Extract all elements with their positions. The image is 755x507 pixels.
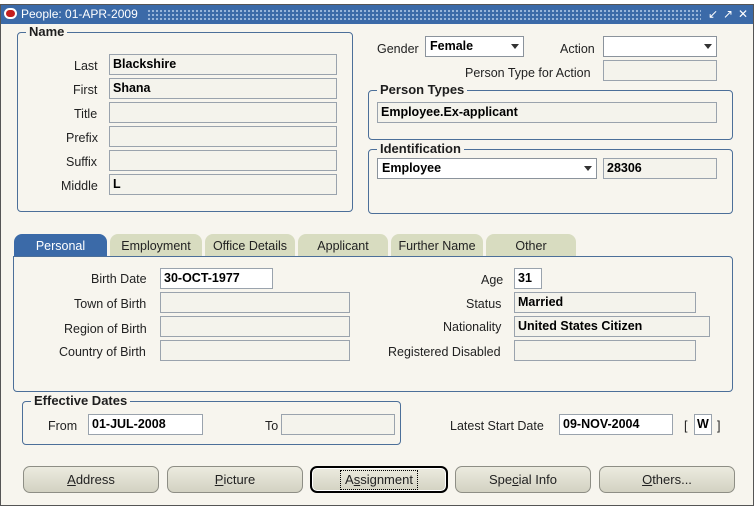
maximize-icon[interactable]: ↗ — [721, 7, 735, 21]
middle-name-field[interactable]: L — [109, 174, 337, 195]
window-title: People: 01-APR-2009 — [21, 7, 138, 21]
special-info-label-rest: ial Info — [518, 472, 557, 487]
action-label: Action — [560, 42, 595, 56]
registered-disabled-label: Registered Disabled — [388, 345, 501, 359]
person-types-field[interactable]: Employee.Ex-applicant — [377, 102, 717, 123]
to-date-field[interactable] — [281, 414, 395, 435]
age-field[interactable]: 31 — [514, 268, 542, 289]
special-info-button[interactable]: Special Info — [455, 466, 591, 493]
registered-disabled-field[interactable] — [514, 340, 696, 361]
assignment-focus-ring: Assignment — [340, 470, 418, 490]
tab-office-details[interactable]: Office Details — [205, 234, 295, 257]
suffix-label: Suffix — [66, 155, 98, 169]
person-types-legend: Person Types — [377, 82, 468, 97]
assignment-label-start: A — [345, 472, 354, 487]
title-bar-pattern — [147, 9, 701, 20]
gender-select[interactable]: Female — [425, 36, 524, 57]
country-of-birth-field[interactable] — [160, 340, 350, 361]
from-date-field[interactable]: 01-JUL-2008 — [88, 414, 203, 435]
employee-number-field[interactable]: 28306 — [603, 158, 717, 179]
name-legend: Name — [26, 24, 68, 39]
town-of-birth-field[interactable] — [160, 292, 350, 313]
address-button-label: ddress — [75, 472, 115, 487]
people-window: People: 01-APR-2009 ↙ ↗ ✕ Name Last Blac… — [0, 4, 754, 506]
title-field[interactable] — [109, 102, 337, 123]
descriptive-flexfield[interactable]: W — [694, 414, 712, 435]
assignment-label-rest: signment — [360, 472, 413, 487]
gender-value: Female — [430, 39, 474, 53]
effective-dates-legend: Effective Dates — [31, 393, 131, 408]
action-select[interactable] — [603, 36, 717, 57]
picture-button[interactable]: Picture — [167, 466, 303, 493]
special-info-label-start: Spe — [489, 472, 513, 487]
chevron-down-icon — [511, 44, 519, 49]
address-mnemonic: A — [67, 472, 76, 487]
identification-type-select[interactable]: Employee — [377, 158, 597, 179]
nationality-field[interactable]: United States Citizen — [514, 316, 710, 337]
identification-type-value: Employee — [382, 161, 442, 175]
tab-employment[interactable]: Employment — [110, 234, 202, 257]
latest-start-date-label: Latest Start Date — [450, 419, 544, 433]
status-label: Status — [466, 297, 502, 311]
close-icon[interactable]: ✕ — [736, 7, 750, 21]
latest-start-date-field[interactable]: 09-NOV-2004 — [559, 414, 673, 435]
prefix-label: Prefix — [66, 131, 98, 145]
gender-label: Gender — [377, 42, 419, 56]
middle-name-label: Middle — [61, 179, 98, 193]
to-label: To — [265, 419, 279, 433]
last-name-field[interactable]: Blackshire — [109, 54, 337, 75]
tab-applicant[interactable]: Applicant — [298, 234, 388, 257]
address-button[interactable]: Address — [23, 466, 159, 493]
town-of-birth-label: Town of Birth — [74, 297, 147, 311]
tab-personal[interactable]: Personal — [14, 234, 107, 257]
others-button[interactable]: Others... — [599, 466, 735, 493]
tab-other[interactable]: Other — [486, 234, 576, 257]
person-type-for-action-field[interactable] — [603, 60, 717, 81]
minimize-icon[interactable]: ↙ — [706, 7, 720, 21]
bracket-close: ] — [717, 419, 721, 433]
others-mnemonic: O — [642, 472, 653, 487]
others-button-label: thers... — [652, 472, 692, 487]
age-label: Age — [481, 273, 504, 287]
from-label: From — [48, 419, 78, 433]
birth-date-label: Birth Date — [91, 272, 147, 286]
title-label: Title — [74, 107, 98, 121]
bracket-open: [ — [684, 419, 688, 433]
suffix-field[interactable] — [109, 150, 337, 171]
tab-further-name[interactable]: Further Name — [391, 234, 483, 257]
prefix-field[interactable] — [109, 126, 337, 147]
title-bar: People: 01-APR-2009 ↙ ↗ ✕ — [1, 5, 753, 24]
picture-button-label: icture — [223, 472, 256, 487]
nationality-label: Nationality — [443, 320, 502, 334]
country-of-birth-label: Country of Birth — [59, 345, 146, 359]
assignment-button[interactable]: Assignment — [310, 466, 448, 493]
region-of-birth-label: Region of Birth — [64, 322, 147, 336]
chevron-down-icon — [704, 44, 712, 49]
status-field[interactable]: Married — [514, 292, 696, 313]
last-name-label: Last — [74, 59, 98, 73]
birth-date-field[interactable]: 30-OCT-1977 — [160, 268, 273, 289]
first-name-label: First — [73, 83, 98, 97]
person-type-for-action-label: Person Type for Action — [465, 66, 591, 80]
region-of-birth-field[interactable] — [160, 316, 350, 337]
oracle-logo-icon — [4, 8, 17, 19]
first-name-field[interactable]: Shana — [109, 78, 337, 99]
chevron-down-icon — [584, 166, 592, 171]
identification-legend: Identification — [377, 141, 464, 156]
